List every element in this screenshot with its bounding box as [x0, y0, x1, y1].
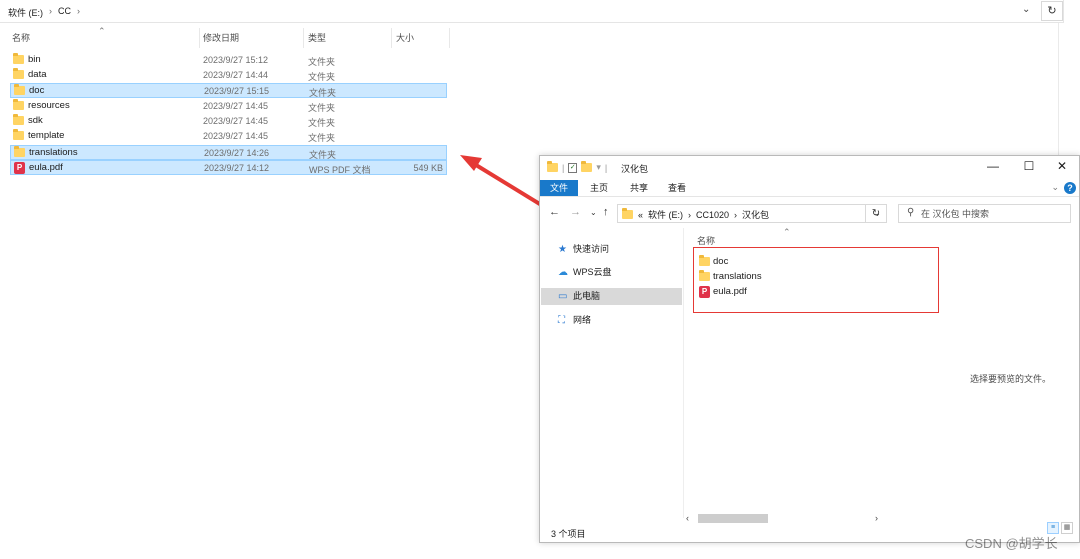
cloud-icon: ☁ [558, 267, 568, 278]
star-icon: ★ [558, 244, 567, 255]
large-icons-view-icon[interactable]: ▦ [1061, 522, 1073, 534]
annotation-highlight-box [693, 247, 939, 313]
recent-locations-icon[interactable]: ⌄ [590, 208, 597, 217]
search-box[interactable]: ⚲ [898, 204, 1071, 223]
horizontal-scrollbar[interactable]: ‹ › [686, 513, 878, 524]
scroll-left-icon[interactable]: ‹ [686, 513, 689, 523]
breadcrumb-drive[interactable]: 软件 (E:) [648, 208, 683, 221]
tab-share[interactable]: 共享 [620, 180, 658, 196]
tab-file[interactable]: 文件 [540, 180, 579, 196]
network-icon: ⛶ [558, 315, 565, 326]
expand-ribbon-icon[interactable]: ⌄ [1051, 182, 1059, 193]
search-input[interactable] [921, 207, 1061, 220]
search-icon: ⚲ [907, 207, 915, 218]
address-bar[interactable]: « 软件 (E:) › CC1020 › 汉化包 ⌄ [617, 204, 887, 223]
up-button[interactable]: ↑ [603, 206, 609, 218]
chevron-right-icon: › [734, 209, 738, 220]
watermark: CSDN @胡学长 [965, 536, 1058, 551]
status-item-count: 3 个项目 [551, 529, 586, 539]
preview-pane: 选择要预览的文件。 [942, 228, 1079, 518]
refresh-button[interactable]: ↻ [865, 204, 887, 223]
new-folder-icon[interactable] [581, 161, 593, 172]
maximize-button[interactable]: ☐ [1012, 159, 1046, 173]
breadcrumb: « 软件 (E:) › CC1020 › 汉化包 [622, 208, 769, 221]
scroll-right-icon[interactable]: › [875, 513, 878, 523]
tab-home[interactable]: 主页 [580, 180, 618, 196]
sort-ascending-icon: ⌃ [783, 227, 791, 237]
chevron-right-icon: › [688, 209, 692, 220]
properties-icon[interactable]: ✓ [568, 162, 578, 173]
forward-button[interactable]: → [570, 206, 581, 218]
breadcrumb-cc1020[interactable]: CC1020 [696, 210, 729, 220]
quick-access-toolbar: | ✓ ▾ | [547, 161, 607, 173]
breadcrumb-current[interactable]: 汉化包 [742, 208, 769, 221]
folder-icon [547, 161, 558, 172]
nav-item-this-pc[interactable]: ▭ 此电脑 [541, 288, 682, 305]
scrollbar-thumb[interactable] [698, 514, 768, 523]
explorer-window: | ✓ ▾ | 汉化包 — ☐ ✕ 文件 主页 共享 查看 ⌄ ? ← → ⌄ … [539, 155, 1080, 543]
computer-icon: ▭ [558, 291, 568, 302]
nav-item-quick-access[interactable]: ★ 快速访问 [541, 241, 682, 258]
help-icon[interactable]: ? [1064, 182, 1076, 194]
column-header-name[interactable]: 名称 [697, 234, 715, 247]
nav-item-wps-cloud[interactable]: ☁ WPS云盘 [541, 264, 682, 281]
tab-view[interactable]: 查看 [658, 180, 696, 196]
folder-icon [622, 208, 633, 219]
ribbon-tabs: 文件 主页 共享 查看 ⌄ ? [540, 180, 1079, 197]
window-title: 汉化包 [621, 164, 649, 174]
nav-item-label: 网络 [573, 315, 592, 325]
nav-item-label: 快速访问 [573, 244, 610, 254]
title-bar[interactable]: | ✓ ▾ | 汉化包 — ☐ ✕ [540, 156, 1079, 180]
customize-toolbar-icon[interactable]: ▾ [596, 162, 601, 173]
navigation-bar: ← → ⌄ ↑ « 软件 (E:) › CC1020 › 汉化包 ⌄ ↻ ⚲ [540, 201, 1079, 225]
nav-item-label: WPS云盘 [573, 267, 612, 277]
back-button[interactable]: ← [549, 206, 560, 218]
navigation-pane: ★ 快速访问 ☁ WPS云盘 ▭ 此电脑 ⛶ 网络 [540, 228, 684, 518]
close-button[interactable]: ✕ [1045, 159, 1079, 173]
minimize-button[interactable]: — [976, 159, 1010, 173]
breadcrumb-overflow[interactable]: « [638, 210, 643, 220]
preview-message: 选择要预览的文件。 [969, 374, 1051, 384]
nav-item-label: 此电脑 [573, 291, 601, 301]
nav-item-network[interactable]: ⛶ 网络 [541, 312, 682, 329]
